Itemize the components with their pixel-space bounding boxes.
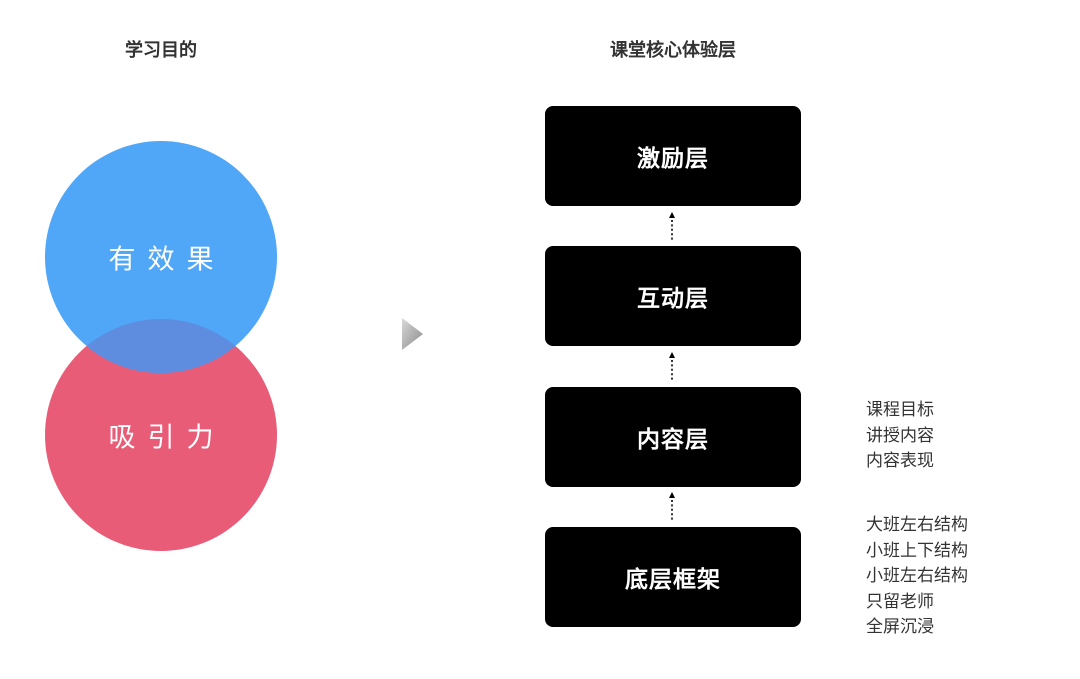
heading-core-experience: 课堂核心体验层 [610,40,736,61]
note-item: 小班左右结构 [866,566,968,586]
layer-content-label: 内容层 [637,427,709,453]
framework-layer-notes: 大班左右结构 小班上下结构 小班左右结构 只留老师 全屏沉浸 [866,513,968,641]
venn-diagram [45,141,277,551]
note-item: 讲授内容 [866,425,934,446]
layer-interaction-label: 互动层 [637,286,709,312]
diagram-page: 学习目的 课堂核心体验层 有效果 吸引力 激励层 互动层 内容层 底层框架 课程… [0,0,1080,679]
note-item: 小班上下结构 [866,540,968,561]
connector-up-arrow-icon [669,492,675,522]
note-item: 只留老师 [866,591,934,612]
layer-incentive-label: 激励层 [637,146,709,172]
attraction-label: 吸引力 [108,422,226,454]
layer-framework: 底层框架 [545,527,801,627]
layer-content: 内容层 [545,387,801,487]
note-item: 全屏沉浸 [866,617,934,637]
content-layer-notes: 课程目标 讲授内容 内容表现 [866,398,934,475]
layer-interaction: 互动层 [545,246,801,346]
connector-up-arrow-icon [669,352,675,382]
effectiveness-label: 有效果 [108,244,226,276]
arrow-right-icon [402,318,423,350]
connector-up-arrow-icon [669,212,675,242]
layer-incentive: 激励层 [545,106,801,206]
layer-framework-label: 底层框架 [625,567,721,593]
note-item: 课程目标 [866,400,934,420]
note-item: 大班左右结构 [866,515,968,535]
note-item: 内容表现 [866,451,934,471]
